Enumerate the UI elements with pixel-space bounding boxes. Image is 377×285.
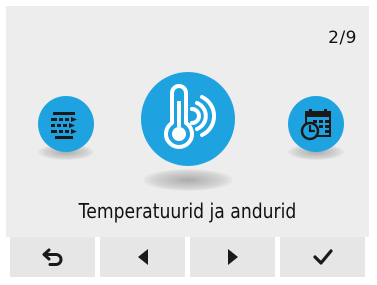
menu-item-center[interactable]	[141, 72, 235, 166]
bottom-toolbar	[6, 237, 369, 277]
checkmark-icon	[312, 249, 333, 265]
previous-button[interactable]	[100, 237, 185, 277]
menu-item-left[interactable]	[38, 96, 94, 152]
back-button[interactable]	[10, 237, 95, 277]
menu-item-right[interactable]	[288, 96, 344, 152]
arrow-right-icon	[227, 249, 238, 265]
selected-menu-label: Temperatuurid ja andurid	[78, 199, 297, 223]
back-return-icon	[42, 248, 62, 266]
confirm-button[interactable]	[280, 237, 365, 277]
page-indicator: 2/9	[328, 28, 357, 48]
calendar-clock-icon	[300, 109, 331, 141]
thermometer-signal-icon	[164, 84, 216, 149]
list-arrows-icon	[51, 112, 77, 139]
thermostat-screen: 2/9 Temperatuurid ja andurid	[6, 6, 369, 277]
arrow-left-icon	[137, 249, 148, 265]
next-button[interactable]	[190, 237, 275, 277]
menu-item-center-shadow	[143, 169, 233, 191]
